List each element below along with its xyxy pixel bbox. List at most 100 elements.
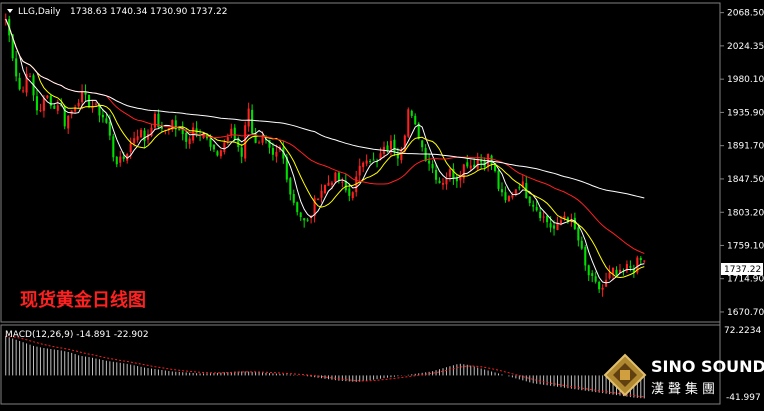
- candle-body: [296, 202, 299, 213]
- header-dropdown-icon[interactable]: [7, 9, 13, 13]
- candle-body: [448, 169, 451, 177]
- candle-body: [42, 98, 45, 111]
- price-tick-label: 1847.50: [727, 175, 764, 185]
- candle-body: [46, 95, 49, 98]
- candle-body: [424, 147, 427, 162]
- candle-body: [105, 118, 108, 123]
- candle-body: [258, 142, 261, 144]
- candle-body: [518, 187, 521, 189]
- candle-body: [535, 207, 538, 211]
- candle-body: [226, 137, 229, 141]
- candle-body: [192, 127, 195, 141]
- candle-body: [504, 192, 507, 201]
- candle-body: [365, 160, 368, 164]
- candle-body: [511, 195, 514, 198]
- candles-group: [4, 13, 646, 297]
- candle-body: [438, 180, 441, 184]
- current-price-label: 1737.22: [724, 265, 761, 275]
- chart-window: 2068.50 2024.35 1980.10 1935.90 1891.70 1847.…: [0, 0, 764, 407]
- candle-body: [594, 276, 597, 282]
- candle-body: [317, 198, 320, 201]
- candle-body: [212, 144, 215, 150]
- candle-body: [251, 109, 254, 134]
- candle-body: [580, 240, 583, 249]
- candle-body: [53, 105, 56, 109]
- candle-body: [348, 188, 351, 196]
- price-tick-label: 1935.90: [727, 108, 764, 118]
- price-tick-label: 2068.50: [727, 9, 764, 19]
- candle-body: [101, 114, 104, 118]
- candle-body: [233, 127, 236, 140]
- candle-body: [289, 178, 292, 195]
- candle-body: [108, 121, 111, 136]
- candle-body: [389, 140, 392, 150]
- candle-body: [552, 225, 556, 229]
- candle-body: [323, 184, 327, 194]
- moving-averages-group: [5, 18, 645, 284]
- ma-fast-line: [5, 18, 645, 284]
- candle-body: [407, 109, 410, 137]
- candle-body: [587, 265, 590, 276]
- candle-body: [303, 218, 306, 221]
- candle-body: [219, 150, 222, 157]
- logo-name: SINO SOUND: [651, 357, 764, 376]
- candle-body: [153, 113, 156, 128]
- candle-body: [629, 266, 632, 268]
- candle-body: [271, 148, 274, 155]
- candle-body: [542, 216, 545, 218]
- candle-body: [445, 178, 448, 185]
- candle-body: [240, 147, 243, 157]
- candle-body: [330, 182, 333, 185]
- candle-body: [230, 128, 233, 136]
- candle-body: [320, 190, 323, 198]
- macd-axis-bottom: -41.997: [726, 393, 761, 403]
- candle-body: [400, 150, 403, 161]
- candle-body: [299, 212, 302, 218]
- candle-body: [372, 159, 375, 161]
- macd-signal-line: [5, 335, 645, 398]
- candle-body: [643, 260, 646, 262]
- candle-body: [77, 102, 80, 107]
- candle-body: [362, 162, 365, 168]
- candle-body: [247, 108, 250, 127]
- price-tick-label: 1670.70: [727, 308, 764, 318]
- candle-body: [435, 169, 438, 180]
- candle-body: [431, 164, 434, 169]
- price-tick-label: 1803.20: [727, 208, 764, 218]
- price-tick-label: 1714.90: [727, 275, 764, 285]
- candle-body: [559, 220, 563, 224]
- candle-body: [487, 154, 490, 167]
- candle-body: [549, 223, 552, 228]
- candle-body: [18, 77, 21, 90]
- candle-body: [56, 105, 59, 111]
- candle-body: [608, 272, 611, 279]
- candle-body: [94, 103, 98, 105]
- candle-body: [115, 156, 118, 165]
- logo-subtitle: 漢聲集團: [651, 381, 719, 397]
- gold-daily-chart: 2068.50 2024.35 1980.10 1935.90 1891.70 1847.…: [0, 2, 764, 405]
- candle-body: [497, 170, 500, 189]
- candle-body: [480, 160, 483, 163]
- candle-body: [28, 75, 32, 77]
- candle-body: [39, 110, 42, 112]
- candle-body: [573, 217, 576, 229]
- price-tick-label: 2024.35: [727, 42, 764, 52]
- candle-body: [379, 153, 382, 159]
- candle-body: [507, 196, 510, 202]
- symbol-label: LLG,Daily: [18, 7, 61, 17]
- candle-body: [476, 158, 479, 169]
- candle-body: [386, 145, 389, 151]
- price-tick-label: 1891.70: [727, 142, 764, 152]
- price-tick-label: 1980.10: [727, 75, 764, 85]
- chart-title-overlay: 现货黄金日线图: [20, 289, 146, 311]
- candle-body: [81, 91, 84, 103]
- candle-body: [403, 135, 406, 152]
- candle-body: [223, 142, 226, 153]
- candle-body: [532, 204, 535, 207]
- candle-body: [500, 189, 504, 193]
- candle-body: [615, 269, 618, 275]
- candle-body: [22, 90, 25, 92]
- candle-body: [469, 165, 472, 169]
- candle-body: [598, 281, 601, 290]
- candle-body: [393, 139, 396, 152]
